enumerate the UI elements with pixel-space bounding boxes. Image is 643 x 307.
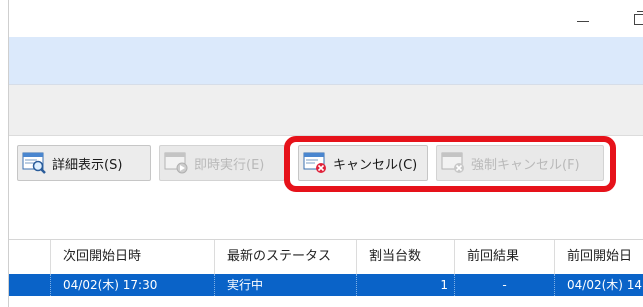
column-header-next-start[interactable]: 次回開始日時 — [50, 240, 214, 274]
highlight-callout — [284, 136, 616, 192]
grid-header: 次回開始日時 最新のステータス 割当台数 前回結果 前回開始日 — [9, 239, 643, 275]
table-row[interactable]: 04/02(木) 17:30 実行中 1 - 04/02(木) 14 — [9, 274, 643, 296]
column-header-last-result[interactable]: 前回結果 — [454, 240, 554, 274]
column-header-latest-status[interactable]: 最新のステータス — [214, 240, 356, 274]
run-now-button[interactable]: 即時実行(E) — [159, 145, 285, 181]
cell-assigned-count: 1 — [356, 274, 454, 296]
restore-button[interactable] — [631, 9, 643, 27]
column-header-assigned-count[interactable]: 割当台数 — [356, 240, 454, 274]
command-band — [9, 85, 643, 136]
run-now-label: 即時実行(E) — [194, 157, 265, 173]
cell-last-start: 04/02(木) 14 — [554, 274, 643, 296]
grid-empty-area — [9, 296, 643, 307]
column-header-last-start[interactable]: 前回開始日 — [554, 240, 643, 274]
details-label: 詳細表示(S) — [52, 157, 123, 173]
details-button[interactable]: 詳細表示(S) — [17, 145, 151, 181]
title-bar — [9, 0, 643, 37]
toolbar: 詳細表示(S) 即時実行(E) キャンセル(C) 強制キャンセル(F) — [9, 136, 643, 238]
details-icon — [22, 151, 48, 175]
cell-last-result: - — [454, 274, 554, 296]
cell-status: 実行中 — [214, 274, 356, 296]
cell-next-start: 04/02(木) 17:30 — [50, 274, 214, 296]
run-now-icon — [164, 151, 190, 175]
restore-icon-front — [634, 14, 643, 25]
ribbon-band — [9, 37, 643, 85]
minimize-button[interactable] — [575, 9, 591, 27]
